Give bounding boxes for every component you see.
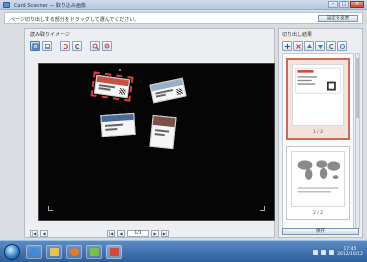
taskbar-app-scanner[interactable] — [106, 245, 122, 259]
clock-date: 2012/10/12 — [337, 252, 363, 257]
app-icon — [89, 248, 99, 256]
taskbar-app-generic[interactable] — [86, 245, 102, 259]
scan-canvas[interactable] — [38, 63, 275, 221]
card-stripe — [101, 113, 134, 123]
instruction-text: ページ切り出しする部分をドラッグして選んでください。 — [10, 17, 140, 23]
taskbar-app-media[interactable] — [66, 245, 82, 259]
move-up-button[interactable] — [304, 41, 314, 51]
crop-corner-bottom-left[interactable] — [48, 206, 53, 211]
page-navigator: |◀ ◀ 1/1 ▶ ▶| — [107, 230, 169, 237]
page-navigator-left: |◀ ◀ — [30, 230, 48, 237]
explorer-icon — [49, 248, 59, 256]
app-icon — [3, 2, 10, 8]
clock[interactable]: 17:45 2012/10/12 — [337, 247, 363, 257]
business-card-4[interactable] — [100, 112, 136, 138]
qr-code-icon — [175, 88, 184, 96]
card-text-line — [155, 93, 166, 98]
move-down-button[interactable] — [315, 41, 325, 51]
thumbnail-list[interactable]: 1 / 2 2 / 2 — [282, 53, 354, 229]
taskbar-app-explorer[interactable] — [46, 245, 62, 259]
settings-button[interactable]: 設定を変更 — [318, 15, 358, 22]
zoom-out-icon — [104, 43, 109, 48]
card-text-line — [98, 87, 111, 91]
maximize-button[interactable]: □ — [339, 1, 349, 8]
window-controls: – □ × — [328, 1, 364, 8]
thumbnail-label: 2 / 2 — [312, 211, 324, 216]
instruction-bar: ページ切り出しする部分をドラッグして選んでください。 設定を変更 — [4, 12, 363, 24]
select-tool-icon — [32, 43, 38, 49]
page-number-field[interactable]: 1/1 — [127, 230, 149, 237]
canvas-marker — [119, 69, 121, 71]
thumbnail-item[interactable]: 2 / 2 — [286, 146, 350, 220]
window-title: Card Scanner — 取り込み画像 — [14, 3, 86, 9]
card-text-line — [105, 128, 118, 131]
thumbnail-scrollbar[interactable] — [355, 53, 360, 229]
first-page-button[interactable]: |◀ — [30, 230, 38, 237]
delete-icon — [295, 43, 301, 49]
system-tray: 17:45 2012/10/12 — [313, 244, 363, 260]
page-last-button[interactable]: ▶| — [161, 230, 169, 237]
scan-image-heading: 読み取りイメージ — [30, 32, 70, 38]
card-text-line — [155, 129, 170, 133]
rotate-page-button[interactable] — [326, 41, 336, 51]
zoom-out-button[interactable] — [102, 41, 112, 51]
close-button[interactable]: × — [350, 1, 364, 8]
up-icon — [306, 43, 312, 48]
crop-toolbar — [282, 41, 347, 51]
business-card-3[interactable] — [149, 114, 177, 150]
minimize-button[interactable]: – — [328, 1, 338, 8]
world-map-preview — [294, 154, 342, 193]
scan-toolbar — [30, 41, 112, 51]
page-back-button[interactable]: |◀ — [107, 230, 115, 237]
scrollbar-thumb[interactable] — [356, 58, 359, 118]
delete-page-button[interactable] — [293, 41, 303, 51]
rotate-right-button[interactable] — [72, 41, 82, 51]
crop-result-heading: 切り出し結果 — [282, 32, 313, 38]
card-stripe — [152, 115, 176, 128]
card-text-line — [104, 123, 124, 127]
ie-icon — [29, 248, 39, 256]
select-tool-button[interactable] — [30, 41, 40, 51]
image-tool-icon — [44, 43, 50, 49]
prev-page-button[interactable]: ◀ — [40, 230, 48, 237]
page-thumbnail-image — [291, 151, 345, 207]
rotate-icon — [328, 43, 333, 49]
scanner-icon — [109, 248, 119, 256]
zoom-in-icon — [92, 43, 99, 50]
crop-corner-bottom-right[interactable] — [260, 206, 265, 211]
network-icon[interactable] — [313, 249, 319, 255]
flag-icon[interactable] — [329, 249, 335, 255]
add-page-button[interactable] — [282, 41, 292, 51]
start-button[interactable] — [4, 244, 20, 260]
crop-result-panel: 切り出し結果 1 / 2 2 / 2 保存 — [278, 28, 363, 238]
business-card-1[interactable] — [90, 71, 134, 102]
thumbnail-item[interactable]: 1 / 2 — [286, 58, 350, 140]
scanned-page-preview — [295, 67, 341, 94]
taskbar: 17:45 2012/10/12 — [0, 240, 367, 262]
thumbnail-label: 1 / 2 — [312, 130, 324, 135]
zoom-in-button[interactable] — [90, 41, 100, 51]
page-prev-button[interactable]: ◀ — [117, 230, 125, 237]
save-button[interactable]: 保存 — [282, 228, 359, 235]
page-next-button[interactable]: ▶ — [151, 230, 159, 237]
settings-icon — [339, 43, 345, 49]
rotate-left-button[interactable] — [60, 41, 70, 51]
business-card-2[interactable] — [149, 77, 187, 104]
rotate-left-icon — [63, 43, 68, 49]
add-icon — [284, 43, 290, 49]
down-icon — [317, 44, 323, 49]
card-text-line — [154, 133, 165, 136]
rotate-right-icon — [74, 43, 79, 49]
media-icon — [69, 248, 79, 256]
page-settings-button[interactable] — [337, 41, 347, 51]
title-bar: Card Scanner — 取り込み画像 – □ × — [0, 0, 367, 10]
page-thumbnail-image — [292, 64, 344, 126]
volume-icon[interactable] — [321, 249, 327, 255]
image-tool-button[interactable] — [42, 41, 52, 51]
qr-code-icon — [119, 88, 126, 95]
taskbar-app-ie[interactable] — [26, 245, 42, 259]
